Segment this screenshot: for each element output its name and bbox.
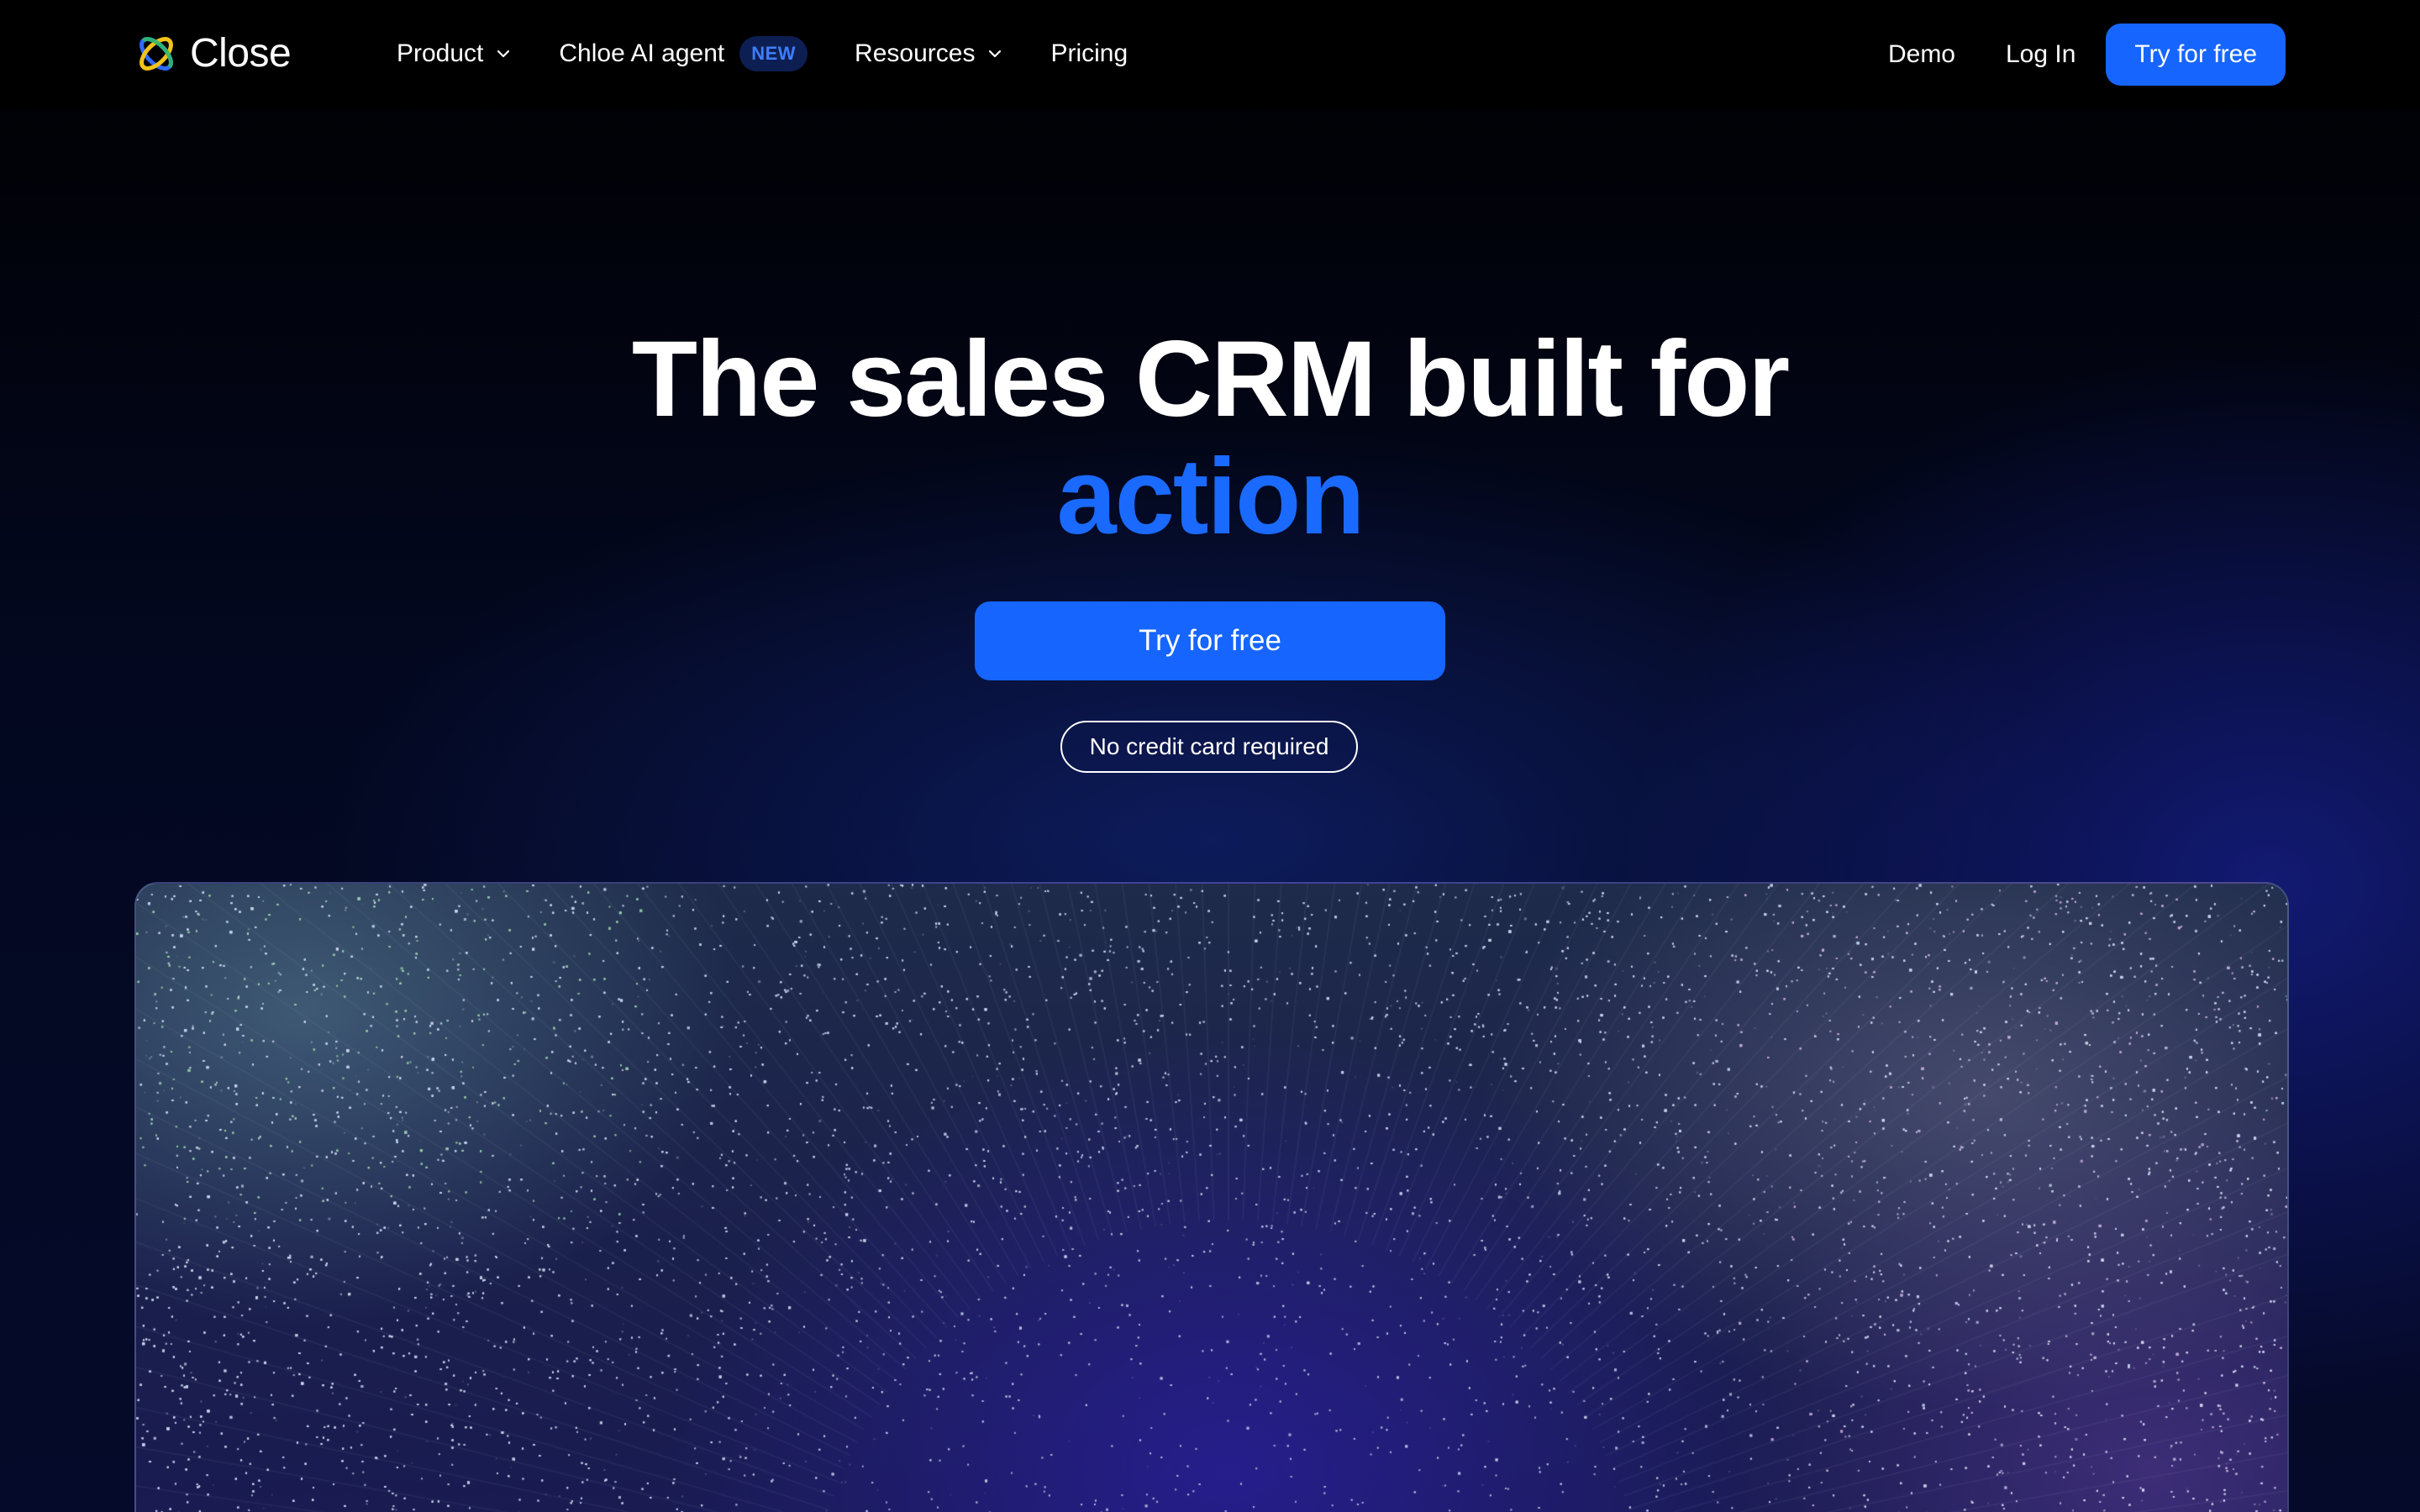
login-link[interactable]: Log In	[2006, 29, 2075, 80]
close-logo-icon	[133, 30, 180, 77]
main-nav: Product Chloe AI agent NEW Resources Pri…	[397, 29, 1128, 79]
nav-chloe-label: Chloe AI agent	[559, 39, 725, 67]
hero-title: The sales CRM built for action	[0, 321, 2420, 556]
brand-name: Close	[190, 31, 292, 76]
demo-link[interactable]: Demo	[1888, 29, 1955, 80]
new-badge: NEW	[739, 36, 808, 71]
page: Close Product Chloe AI agent NEW Resourc…	[0, 0, 2420, 1512]
nav-product[interactable]: Product	[397, 29, 512, 79]
hero-title-line: The sales CRM built for	[631, 319, 1790, 439]
no-credit-card-note: No credit card required	[1060, 721, 1358, 773]
preview-particle-background	[136, 884, 2287, 1512]
nav-chloe-ai-agent[interactable]: Chloe AI agent NEW	[559, 29, 808, 79]
nav-pricing-label: Pricing	[1050, 39, 1128, 67]
brand-logo-link[interactable]: Close	[133, 29, 292, 79]
hero-title-accent: action	[1056, 437, 1365, 557]
nav-product-label: Product	[397, 39, 484, 67]
nav-resources-label: Resources	[855, 39, 976, 67]
product-preview-panel	[134, 882, 2289, 1512]
try-for-free-nav-button[interactable]: Try for free	[2106, 24, 2286, 86]
chevron-down-icon	[497, 50, 510, 58]
nav-actions: Demo Log In Try for free	[1888, 24, 2286, 86]
nav-pricing[interactable]: Pricing	[1050, 29, 1128, 79]
chevron-down-icon	[989, 50, 1002, 58]
top-navigation: Close Product Chloe AI agent NEW Resourc…	[0, 0, 2420, 109]
try-for-free-hero-button[interactable]: Try for free	[975, 601, 1445, 680]
nav-resources[interactable]: Resources	[855, 29, 1003, 79]
